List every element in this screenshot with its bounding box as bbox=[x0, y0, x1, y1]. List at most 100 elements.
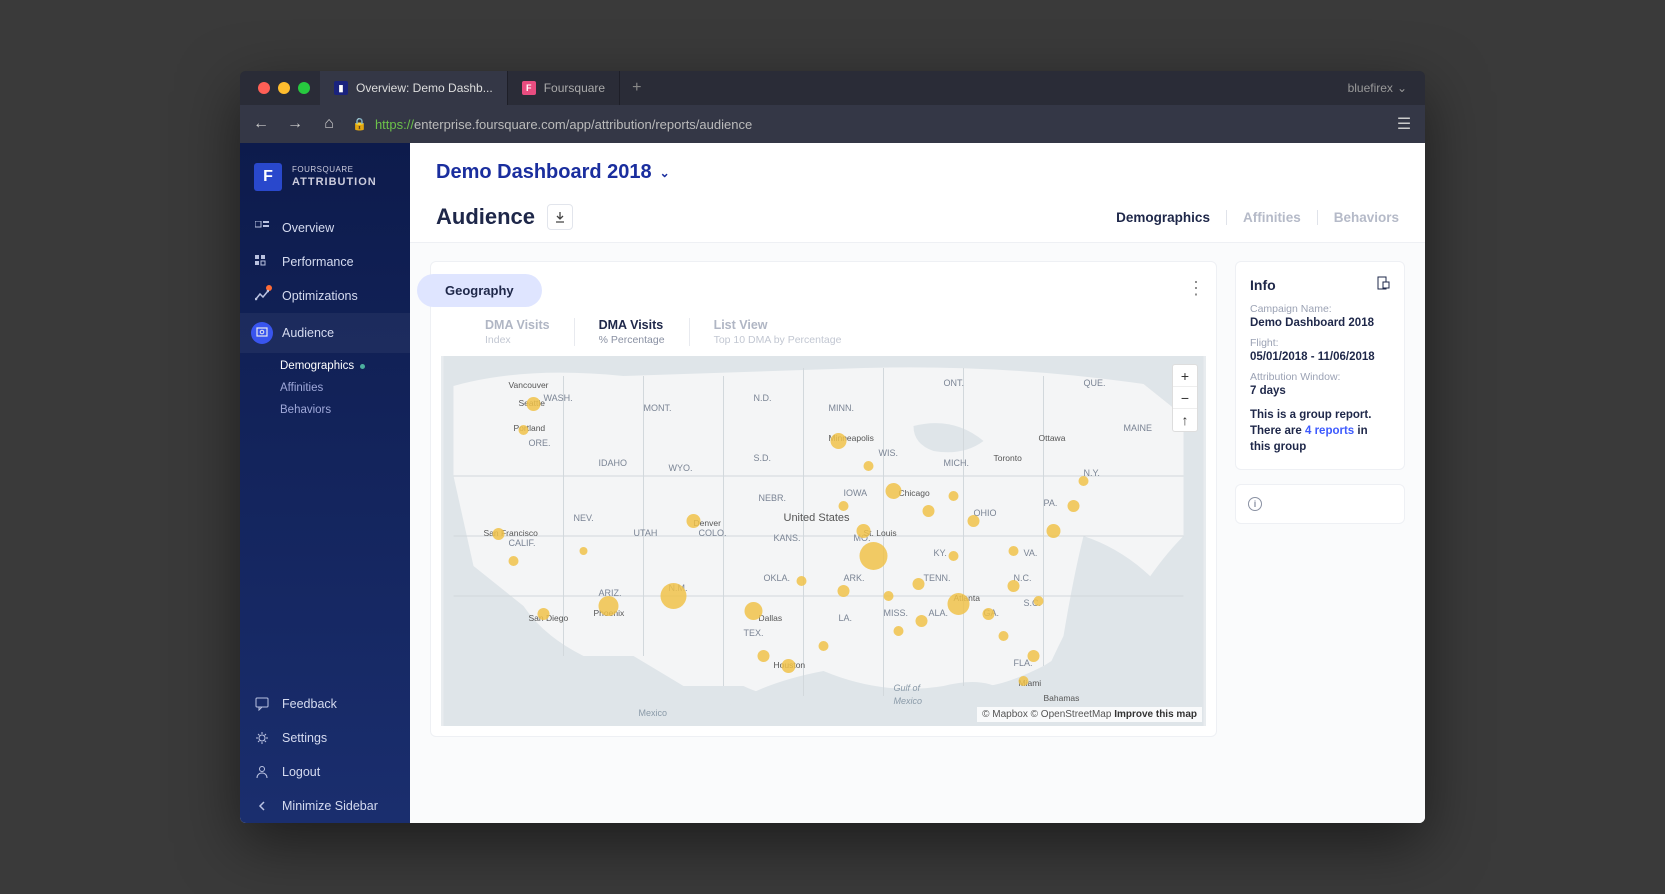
nav-label: Logout bbox=[282, 765, 320, 779]
svg-text:NEV.: NEV. bbox=[574, 513, 594, 523]
back-button[interactable]: ← bbox=[250, 113, 272, 135]
svg-text:NEBR.: NEBR. bbox=[759, 493, 787, 503]
nav-label: Feedback bbox=[282, 697, 337, 711]
help-card[interactable]: i bbox=[1235, 484, 1405, 524]
svg-text:OKLA.: OKLA. bbox=[764, 573, 791, 583]
info-card: Info Campaign Name: Demo Dashboard 2018 … bbox=[1235, 261, 1405, 470]
flight-label: Flight: bbox=[1250, 337, 1390, 349]
zoom-out-button[interactable]: − bbox=[1173, 387, 1197, 409]
chevron-left-icon bbox=[254, 798, 270, 814]
nav-settings[interactable]: Settings bbox=[240, 721, 410, 755]
svg-text:Bahamas: Bahamas bbox=[1044, 693, 1080, 703]
nav-label: Audience bbox=[282, 326, 334, 340]
overview-icon bbox=[254, 220, 270, 236]
address-bar: ← → ⌂ 🔒 https://enterprise.foursquare.co… bbox=[240, 105, 1425, 143]
download-icon bbox=[554, 211, 566, 223]
map-tab-dma-percentage[interactable]: DMA Visits % Percentage bbox=[575, 318, 690, 346]
map-tabs: DMA Visits Index DMA Visits % Percentage… bbox=[431, 262, 1216, 356]
url-path: enterprise.foursquare.com/app/attributio… bbox=[414, 117, 752, 132]
lock-icon: 🔒 bbox=[352, 117, 367, 131]
tab-affinities[interactable]: Affinities bbox=[1226, 210, 1301, 225]
user-label: bluefirex bbox=[1348, 81, 1393, 95]
group-text-1: This is a group report. bbox=[1250, 407, 1390, 423]
active-dot-icon bbox=[360, 364, 365, 369]
subnav-demographics[interactable]: Demographics bbox=[280, 355, 410, 377]
nav-label: Settings bbox=[282, 731, 327, 745]
window-minimize[interactable] bbox=[278, 82, 290, 94]
browser-user-menu[interactable]: bluefirex ⌄ bbox=[1338, 81, 1417, 95]
svg-text:UTAH: UTAH bbox=[634, 528, 658, 538]
nav-label: Minimize Sidebar bbox=[282, 799, 378, 813]
svg-text:S.D.: S.D. bbox=[754, 453, 772, 463]
brand-text: FOURSQUARE ATTRIBUTION bbox=[292, 165, 377, 190]
info-column: Info Campaign Name: Demo Dashboard 2018 … bbox=[1235, 261, 1405, 737]
flight-value: 05/01/2018 - 11/06/2018 bbox=[1250, 351, 1390, 363]
gear-icon bbox=[254, 730, 270, 746]
url-field[interactable]: 🔒 https://enterprise.foursquare.com/app/… bbox=[352, 117, 1381, 132]
svg-text:WIS.: WIS. bbox=[879, 448, 899, 458]
reports-link[interactable]: 4 reports bbox=[1305, 425, 1354, 437]
map-canvas[interactable]: WASH. MONT. N.D. MINN. S.D. WIS. MICH. O… bbox=[441, 356, 1206, 726]
tab-behaviors[interactable]: Behaviors bbox=[1317, 210, 1399, 225]
card-menu-button[interactable]: ⋮ bbox=[1187, 278, 1204, 299]
nav-feedback[interactable]: Feedback bbox=[240, 687, 410, 721]
menu-button[interactable]: ☰ bbox=[1393, 113, 1415, 135]
geography-card: Geography ⋮ DMA Visits Index DMA Visits … bbox=[430, 261, 1217, 737]
svg-text:Portland: Portland bbox=[514, 423, 546, 433]
optimizations-icon bbox=[254, 288, 270, 304]
browser-window: ▮ Overview: Demo Dashb... F Foursquare +… bbox=[240, 71, 1425, 823]
nav-minimize-sidebar[interactable]: Minimize Sidebar bbox=[240, 789, 410, 823]
attr-window-label: Attribution Window: bbox=[1250, 371, 1390, 383]
audience-icon bbox=[251, 322, 273, 344]
campaign-label: Campaign Name: bbox=[1250, 303, 1390, 315]
page-title: Audience bbox=[436, 204, 535, 230]
dashboard-title: Demo Dashboard 2018 bbox=[436, 161, 652, 184]
map-tab-list-view[interactable]: List View Top 10 DMA by Percentage bbox=[690, 318, 866, 346]
subnav-behaviors[interactable]: Behaviors bbox=[280, 399, 410, 421]
main-header: Demo Dashboard 2018 ⌄ Audience Demograph… bbox=[410, 143, 1425, 243]
document-icon[interactable] bbox=[1376, 276, 1390, 293]
window-zoom[interactable] bbox=[298, 82, 310, 94]
svg-text:MICH.: MICH. bbox=[944, 458, 970, 468]
nav-performance[interactable]: Performance bbox=[240, 245, 410, 279]
nav-audience[interactable]: Audience bbox=[240, 313, 410, 353]
chevron-down-icon: ⌄ bbox=[1397, 81, 1407, 95]
forward-button[interactable]: → bbox=[284, 113, 306, 135]
nav-overview[interactable]: Overview bbox=[240, 211, 410, 245]
svg-text:San Francisco: San Francisco bbox=[484, 528, 539, 538]
svg-text:WASH.: WASH. bbox=[544, 393, 573, 403]
map-tab-dma-index[interactable]: DMA Visits Index bbox=[461, 318, 575, 346]
reset-bearing-button[interactable]: ↑ bbox=[1173, 409, 1197, 431]
dashboard-selector[interactable]: Demo Dashboard 2018 ⌄ bbox=[436, 161, 1399, 184]
svg-text:COLO.: COLO. bbox=[699, 528, 727, 538]
tab-demographics[interactable]: Demographics bbox=[1116, 210, 1210, 225]
svg-text:TENN.: TENN. bbox=[924, 573, 951, 583]
main-content: Demo Dashboard 2018 ⌄ Audience Demograph… bbox=[410, 143, 1425, 823]
svg-text:ARK.: ARK. bbox=[844, 573, 865, 583]
nav-logout[interactable]: Logout bbox=[240, 755, 410, 789]
svg-text:MAINE: MAINE bbox=[1124, 423, 1153, 433]
traffic-lights bbox=[248, 82, 320, 94]
window-close[interactable] bbox=[258, 82, 270, 94]
new-tab-button[interactable]: + bbox=[620, 79, 653, 97]
nav-optimizations[interactable]: Optimizations bbox=[240, 279, 410, 313]
subnav-affinities[interactable]: Affinities bbox=[280, 377, 410, 399]
improve-map-link[interactable]: Improve this map bbox=[1114, 709, 1197, 720]
svg-text:WYO.: WYO. bbox=[669, 463, 693, 473]
svg-text:IDAHO: IDAHO bbox=[599, 458, 628, 468]
map-zoom-controls: + − ↑ bbox=[1172, 364, 1198, 432]
attr-window-value: 7 days bbox=[1250, 385, 1390, 397]
svg-text:CALIF.: CALIF. bbox=[509, 538, 536, 548]
tab-label: Foursquare bbox=[544, 81, 605, 95]
home-button[interactable]: ⌂ bbox=[318, 113, 340, 135]
svg-text:Mexico: Mexico bbox=[639, 708, 668, 718]
download-button[interactable] bbox=[547, 204, 573, 230]
info-title: Info bbox=[1250, 277, 1276, 293]
content-row: Geography ⋮ DMA Visits Index DMA Visits … bbox=[410, 243, 1425, 755]
svg-text:Ottawa: Ottawa bbox=[1039, 433, 1066, 443]
svg-text:Mexico: Mexico bbox=[894, 696, 923, 706]
zoom-in-button[interactable]: + bbox=[1173, 365, 1197, 387]
svg-text:Toronto: Toronto bbox=[994, 453, 1023, 463]
browser-tab-2[interactable]: F Foursquare bbox=[508, 71, 620, 105]
browser-tab-1[interactable]: ▮ Overview: Demo Dashb... bbox=[320, 71, 508, 105]
